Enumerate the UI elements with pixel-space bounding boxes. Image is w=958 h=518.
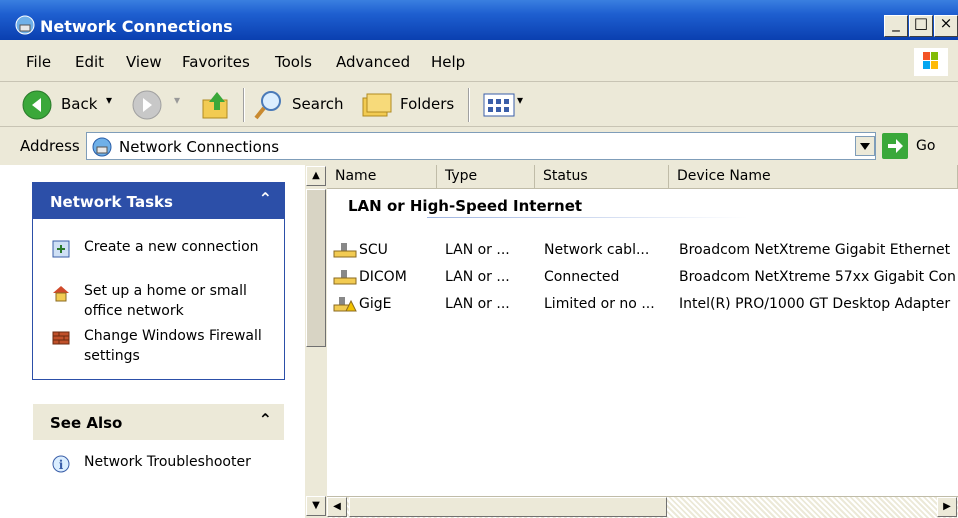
menu-file[interactable]: File	[26, 53, 51, 71]
network-connections-icon	[15, 15, 35, 35]
connections-list: Name Type Status Device Name LAN or High…	[327, 165, 958, 518]
toolbar-separator	[468, 88, 470, 122]
maximize-button[interactable]: □	[909, 14, 933, 37]
task-network-troubleshooter[interactable]: i Network Troubleshooter	[51, 452, 281, 476]
network-tasks-panel: Network Tasks ⌃ Create a new connection …	[32, 182, 285, 380]
group-title: LAN or High-Speed Internet	[348, 197, 583, 215]
search-button[interactable]: Search	[292, 95, 344, 113]
views-icon[interactable]	[482, 92, 516, 118]
column-header-name[interactable]: Name	[327, 165, 437, 189]
cell-status: Limited or no ...	[544, 296, 655, 312]
cell-name: SCU	[359, 242, 388, 258]
cell-type: LAN or ...	[445, 242, 510, 258]
menu-view[interactable]: View	[126, 53, 162, 71]
home-network-icon	[53, 286, 69, 302]
task-create-connection[interactable]: Create a new connection	[51, 237, 281, 279]
menu-favorites[interactable]: Favorites	[182, 53, 250, 71]
task-pane: Network Tasks ⌃ Create a new connection …	[0, 165, 305, 518]
back-button[interactable]: Back	[61, 95, 97, 113]
task-label: Create a new connection	[84, 239, 259, 255]
folders-icon[interactable]	[360, 90, 394, 120]
group-divider	[427, 217, 747, 218]
task-home-network[interactable]: Set up a home or small office network	[51, 281, 281, 323]
forward-dropdown-icon[interactable]: ▾	[174, 93, 180, 107]
address-value: Network Connections	[119, 138, 280, 156]
svg-text:i: i	[59, 458, 64, 472]
minimize-icon: _	[892, 14, 900, 32]
cell-name: DICOM	[359, 269, 407, 285]
task-label: Change Windows Firewall settings	[84, 328, 262, 364]
minimize-button[interactable]: _	[884, 14, 908, 37]
vertical-scrollbar[interactable]: ▲ ▼	[305, 165, 327, 518]
menu-advanced[interactable]: Advanced	[336, 53, 410, 71]
close-button[interactable]: ×	[934, 14, 958, 37]
horizontal-scrollbar[interactable]: ◀ ▶	[327, 496, 958, 518]
see-also-panel: See Also ⌃ i Network Troubleshooter	[32, 403, 285, 493]
column-header-device[interactable]: Device Name	[669, 165, 958, 189]
cell-status: Network cabl...	[544, 242, 650, 258]
task-firewall[interactable]: Change Windows Firewall settings	[51, 326, 281, 368]
toolbar: Back ▾ ▾ Search Folders ▾	[0, 82, 958, 127]
task-label: Network Troubleshooter	[84, 454, 251, 470]
scroll-thumb[interactable]	[349, 497, 667, 517]
column-header-type[interactable]: Type	[437, 165, 535, 189]
see-also-header[interactable]: See Also ⌃	[33, 404, 284, 440]
up-folder-icon[interactable]	[199, 88, 233, 122]
window-title: Network Connections	[40, 17, 233, 36]
toolbar-separator	[243, 88, 245, 122]
folders-button[interactable]: Folders	[400, 95, 454, 113]
forward-arrow-icon[interactable]	[131, 89, 163, 121]
scroll-right-button[interactable]: ▶	[937, 497, 957, 517]
info-icon: i	[52, 455, 70, 473]
views-dropdown-icon[interactable]: ▾	[517, 93, 523, 107]
scroll-up-button[interactable]: ▲	[306, 166, 326, 186]
address-dropdown-button[interactable]	[855, 136, 875, 156]
go-label[interactable]: Go	[916, 138, 935, 154]
menu-help[interactable]: Help	[431, 53, 465, 71]
collapse-icon[interactable]: ⌃	[259, 189, 272, 208]
cell-type: LAN or ...	[445, 269, 510, 285]
go-arrow-icon	[888, 139, 903, 153]
address-field[interactable]: Network Connections	[86, 132, 876, 160]
go-button[interactable]	[882, 133, 908, 159]
back-dropdown-icon[interactable]: ▾	[106, 93, 112, 107]
scroll-left-button[interactable]: ◀	[327, 497, 347, 517]
task-label: Set up a home or small office network	[84, 283, 247, 319]
chevron-down-icon	[860, 143, 870, 150]
cell-name: GigE	[359, 296, 392, 312]
new-connection-icon	[52, 240, 70, 258]
network-adapter-icon	[333, 243, 357, 258]
column-header-status[interactable]: Status	[535, 165, 669, 189]
collapse-icon[interactable]: ⌃	[259, 410, 272, 429]
scroll-down-button[interactable]: ▼	[306, 496, 326, 516]
address-label: Address	[20, 137, 80, 155]
panel-title: See Also	[50, 414, 123, 432]
menu-edit[interactable]: Edit	[75, 53, 104, 71]
cell-device: Intel(R) PRO/1000 GT Desktop Adapter	[679, 296, 951, 312]
network-adapter-warning-icon	[333, 297, 357, 312]
menu-tools[interactable]: Tools	[275, 53, 312, 71]
network-adapter-icon	[333, 270, 357, 285]
windows-logo-icon	[914, 48, 948, 76]
title-bar[interactable]: Network Connections _ □ ×	[0, 0, 958, 40]
panel-title: Network Tasks	[50, 193, 173, 211]
cell-type: LAN or ...	[445, 296, 510, 312]
menu-bar: File Edit View Favorites Tools Advanced …	[0, 40, 958, 82]
firewall-icon	[52, 331, 70, 345]
scroll-thumb[interactable]	[306, 189, 326, 347]
cell-device: Broadcom NetXtreme 57xx Gigabit Con	[679, 269, 956, 285]
cell-device: Broadcom NetXtreme Gigabit Ethernet	[679, 242, 951, 258]
network-tasks-header[interactable]: Network Tasks ⌃	[33, 183, 284, 219]
explorer-window: Network Connections _ □ × File Edit View…	[0, 0, 958, 518]
network-connections-icon	[92, 137, 112, 157]
search-icon[interactable]	[252, 88, 286, 122]
maximize-icon: □	[913, 14, 929, 32]
address-bar: Address Network Connections Go	[0, 127, 958, 165]
back-arrow-icon[interactable]	[21, 89, 53, 121]
cell-status: Connected	[544, 269, 620, 285]
close-icon: ×	[939, 14, 953, 32]
